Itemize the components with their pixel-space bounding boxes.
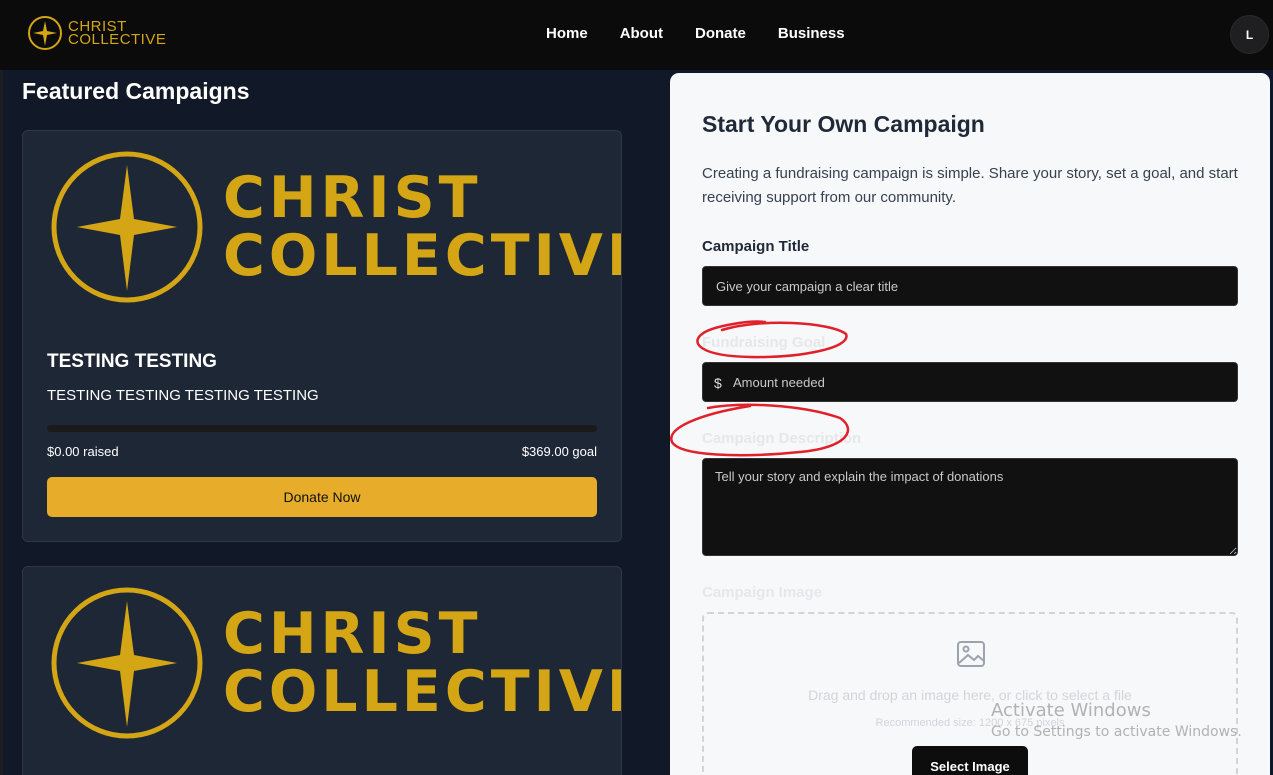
windows-activation-watermark: Activate Windows Go to Settings to activ… (991, 700, 1242, 740)
campaign-image-text: CHRIST COLLECTIVE (223, 165, 622, 289)
watermark-subtitle: Go to Settings to activate Windows. (991, 724, 1242, 740)
top-nav-bar: CHRIST COLLECTIVE Home About Donate Busi… (0, 0, 1273, 70)
currency-symbol: $ (714, 375, 722, 391)
campaign-image-text: CHRIST COLLECTIVE (223, 601, 622, 725)
fundraising-goal-label: Fundraising Goal (702, 334, 826, 351)
form-intro: Creating a fundraising campaign is simpl… (702, 165, 1238, 206)
campaign-image-line2: COLLECTIVE (223, 223, 622, 289)
donate-now-button[interactable]: Donate Now (47, 477, 597, 517)
image-dropzone[interactable]: Drag and drop an image here, or click to… (702, 612, 1238, 775)
nav-donate[interactable]: Donate (695, 25, 746, 42)
campaign-goal: $369.00 goal (521, 444, 597, 459)
brand-name: CHRIST COLLECTIVE (68, 19, 167, 48)
nav-business[interactable]: Business (778, 25, 845, 42)
featured-campaigns-title: Featured Campaigns (22, 78, 250, 104)
fundraising-goal-input[interactable] (733, 363, 1233, 401)
watermark-title: Activate Windows (991, 700, 1151, 721)
campaign-image-line2: COLLECTIVE (223, 659, 622, 725)
campaign-progress-bar (47, 425, 597, 432)
campaign-image: CHRIST COLLECTIVE (49, 585, 622, 741)
campaign-card: CHRIST COLLECTIVE (22, 566, 622, 775)
form-title: Start Your Own Campaign (702, 111, 985, 137)
brand-name-line2: COLLECTIVE (68, 31, 167, 48)
campaign-description: TESTING TESTING TESTING TESTING (47, 387, 319, 404)
star-emblem-icon (28, 16, 62, 50)
campaign-title-label: Campaign Title (702, 238, 810, 255)
brand-logo[interactable]: CHRIST COLLECTIVE (27, 15, 166, 51)
campaign-image-label: Campaign Image (702, 584, 823, 601)
campaign-raised: $0.00 raised (47, 444, 119, 459)
star-emblem-icon (51, 587, 203, 739)
nav-home[interactable]: Home (546, 25, 588, 42)
campaign-image-line1: CHRIST (223, 165, 482, 231)
campaign-image-line1: CHRIST (223, 601, 482, 667)
select-image-button[interactable]: Select Image (912, 746, 1028, 775)
campaign-description-label: Campaign Description (702, 430, 862, 447)
campaign-description-textarea[interactable] (702, 458, 1238, 556)
campaign-title: TESTING TESTING (47, 351, 217, 372)
campaign-image: CHRIST COLLECTIVE (49, 149, 622, 305)
campaign-card: CHRIST COLLECTIVE TESTING TESTING TESTIN… (22, 130, 622, 542)
nav-about[interactable]: About (620, 25, 663, 42)
fundraising-goal-field[interactable]: $ (702, 362, 1238, 402)
star-emblem-icon (51, 151, 203, 303)
image-icon (957, 641, 985, 667)
main-nav: Home About Donate Business (546, 25, 877, 42)
user-avatar[interactable]: L (1230, 15, 1269, 54)
start-campaign-form: Start Your Own Campaign Creating a fundr… (670, 73, 1270, 775)
campaign-title-input[interactable] (702, 266, 1238, 306)
